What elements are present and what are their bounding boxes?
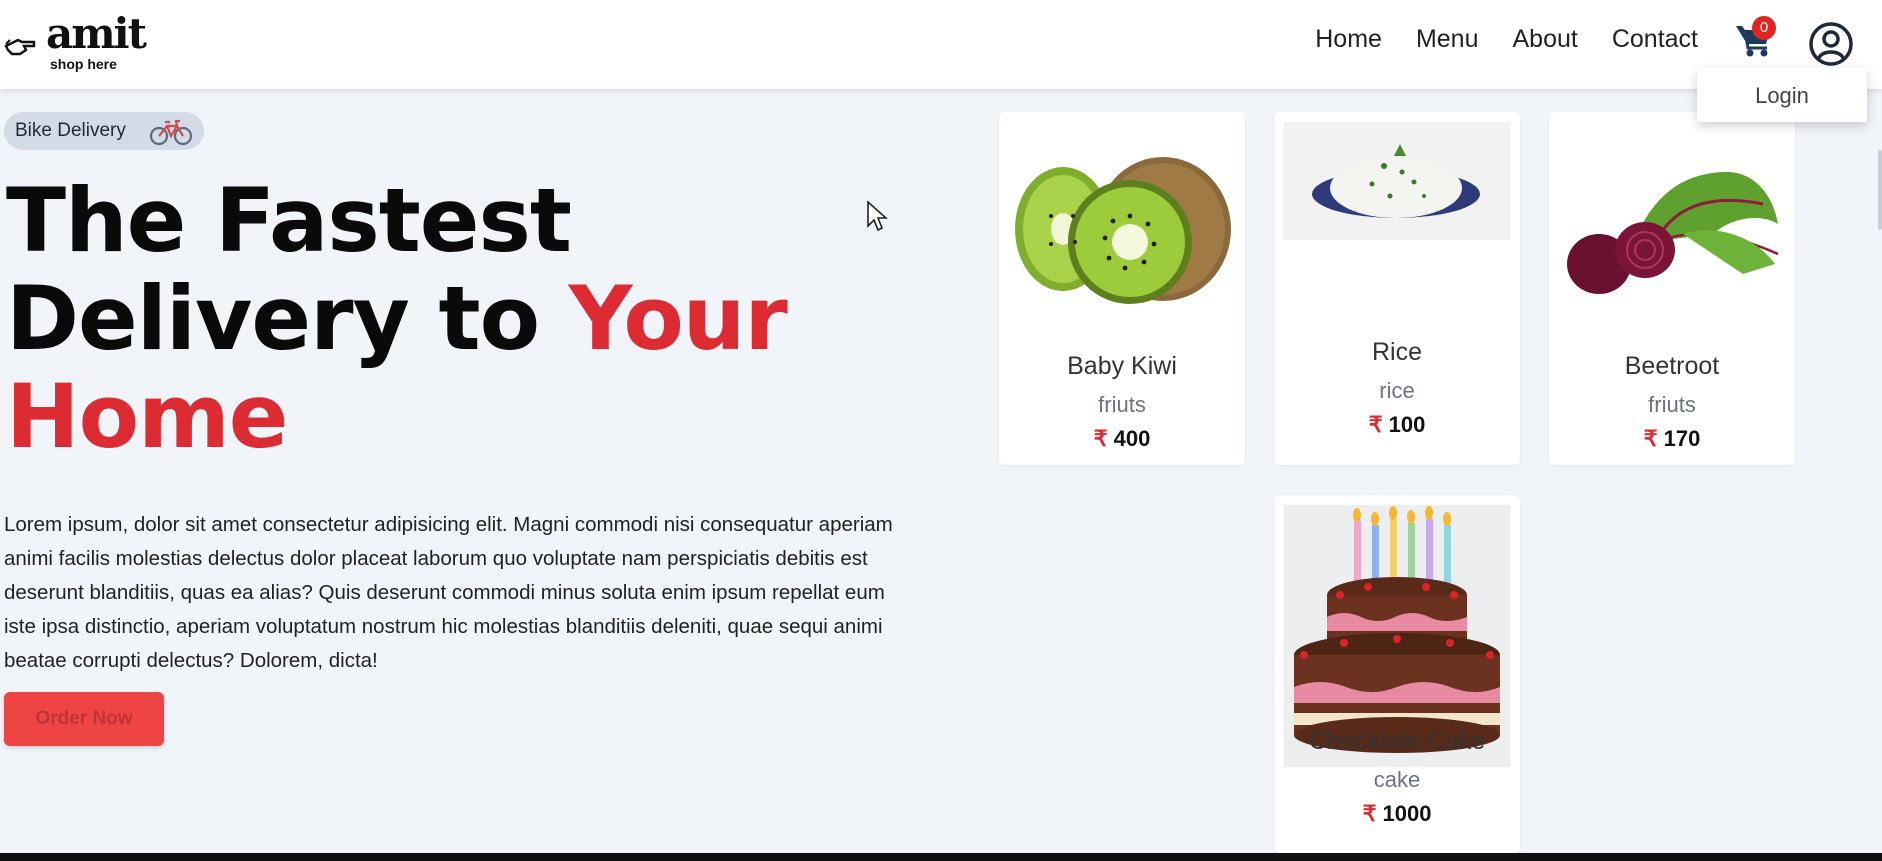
product-price-value: 100 [1388,412,1426,437]
product-card-cake[interactable]: Chocklate Cake cake ₹1000 [1274,495,1520,853]
login-menu-item[interactable]: Login [1697,68,1867,122]
nav-menu[interactable]: Menu [1416,25,1479,54]
page-scrollbar[interactable] [1878,150,1882,230]
rupee-symbol: ₹ [1643,426,1658,451]
brand-logo[interactable]: amit shop here [4,10,147,74]
hero-description: Lorem ipsum, dolor sit amet consectetur … [4,513,893,672]
brand-name: amit [46,9,147,58]
product-name: Beetroot [1624,352,1720,380]
nav-home[interactable]: Home [1315,25,1382,54]
pointing-hand-icon [4,38,36,56]
rupee-symbol: ₹ [1368,412,1383,437]
nav-about[interactable]: About [1512,25,1577,54]
main-nav: Home Menu About Contact [1281,25,1698,54]
badge-label: Bike Delivery [15,120,126,141]
product-price: ₹100 [1274,412,1520,438]
header: amit shop here Home Menu About Contact 0 [0,0,1882,89]
hero-title: The Fastest Delivery to Your Home [6,172,806,466]
product-price-value: 1000 [1382,801,1432,826]
kiwi-image [1015,157,1231,304]
product-price: ₹400 [999,426,1245,452]
bike-delivery-badge: Bike Delivery [4,112,204,150]
cart-count-badge: 0 [1752,16,1776,40]
beetroot-image [1567,171,1779,294]
product-card-beetroot[interactable]: Beetroot friuts ₹170 [1549,112,1795,465]
mouse-cursor-icon [867,200,888,232]
user-avatar-icon[interactable] [1808,21,1854,67]
product-price-value: 170 [1663,426,1701,451]
hero-title-accent-your: Your [568,267,788,370]
product-name: Chocklate Cake [1308,727,1486,755]
hero-title-accent-home: Home [6,365,288,468]
rupee-symbol: ₹ [1362,801,1377,826]
product-price: ₹1000 [1274,801,1520,827]
product-name: Rice [1371,338,1422,366]
order-now-button[interactable]: Order Now [4,692,164,746]
nav-contact[interactable]: Contact [1612,25,1698,54]
product-category: friuts [1648,392,1696,417]
brand-tagline: shop here [50,56,117,72]
product-category: cake [1373,767,1421,792]
rice-image [1284,122,1510,240]
product-price-value: 400 [1113,426,1151,451]
bottom-edge-bar [0,853,1882,861]
hero-title-line2: Delivery to [6,267,569,370]
bicycle-icon [150,119,192,146]
product-name: Baby Kiwi [1067,352,1177,380]
rupee-symbol: ₹ [1093,426,1108,451]
product-card-kiwi[interactable]: Baby Kiwi friuts ₹400 [999,112,1245,465]
product-card-rice[interactable]: Rice rice ₹100 [1274,112,1520,465]
hero-title-line1: The Fastest [6,169,572,272]
product-category: friuts [1098,392,1146,417]
product-price: ₹170 [1549,426,1795,452]
product-category: rice [1379,378,1415,403]
